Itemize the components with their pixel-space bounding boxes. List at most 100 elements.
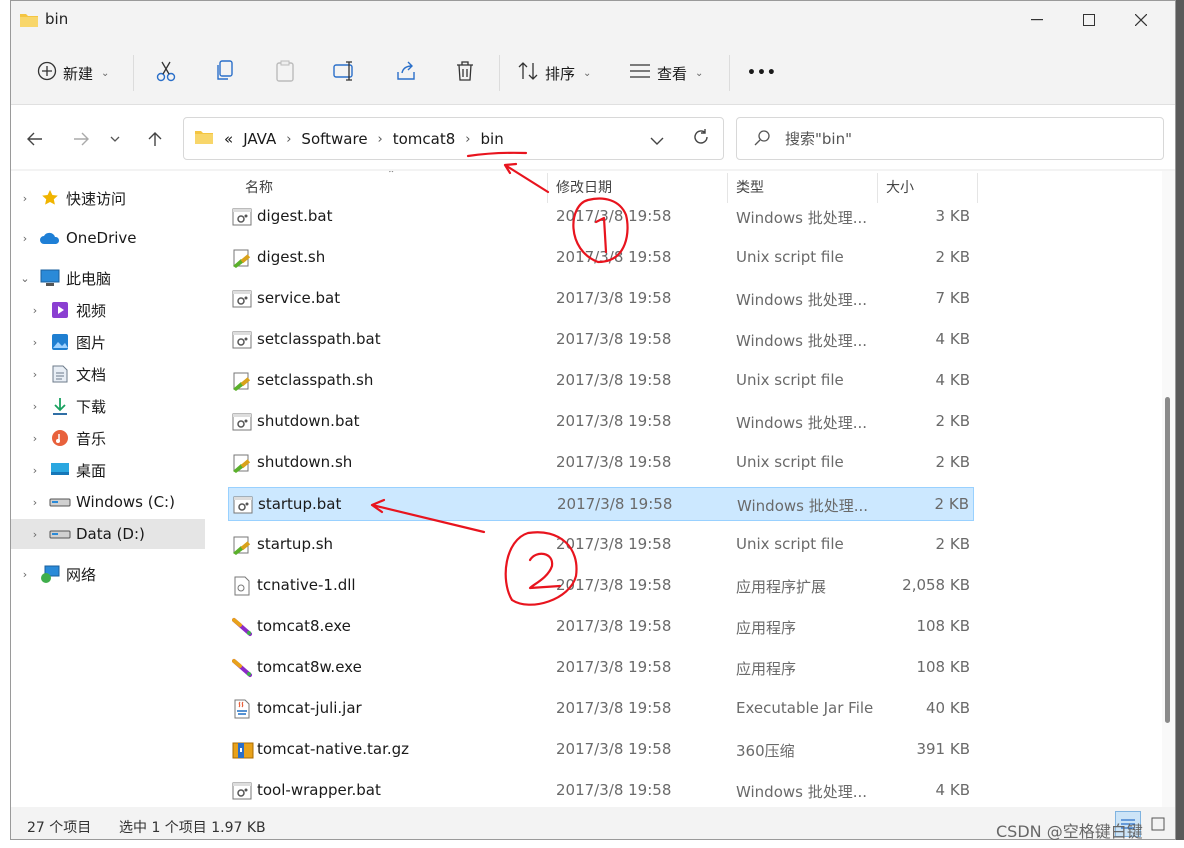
chevron-right-icon[interactable]: › bbox=[19, 192, 31, 205]
chevron-right-icon[interactable]: › bbox=[378, 132, 383, 147]
file-row[interactable]: startup.bat 2017/3/8 19:58 Windows 批处理... 2… bbox=[228, 487, 974, 521]
chevron-right-icon[interactable]: › bbox=[29, 304, 41, 317]
rename-icon bbox=[333, 60, 357, 86]
file-row[interactable]: service.bat 2017/3/8 19:58 Windows 批处理... 7… bbox=[228, 282, 974, 316]
file-row[interactable]: shutdown.sh 2017/3/8 19:58 Unix script fil… bbox=[228, 446, 974, 480]
breadcrumb-overflow[interactable]: « bbox=[224, 130, 233, 148]
cut-button[interactable] bbox=[155, 51, 177, 95]
sidebar-item[interactable]: › Data (D:) bbox=[11, 519, 205, 549]
vertical-scrollbar[interactable] bbox=[1162, 171, 1175, 807]
file-row[interactable]: tcnative-1.dll 2017/3/8 19:58 应用程序扩展 2,058 … bbox=[228, 569, 974, 603]
maximize-button[interactable] bbox=[1063, 1, 1115, 39]
dll-file-icon bbox=[232, 576, 252, 600]
chevron-right-icon[interactable]: › bbox=[29, 400, 41, 413]
sidebar-item[interactable]: › OneDrive bbox=[11, 223, 205, 253]
sidebar-item[interactable]: › Windows (C:) bbox=[11, 487, 205, 517]
breadcrumb-item[interactable]: JAVA bbox=[243, 130, 276, 148]
view-button[interactable]: 查看 ⌄ bbox=[629, 51, 703, 95]
file-row[interactable]: setclasspath.sh 2017/3/8 19:58 Unix script… bbox=[228, 364, 974, 398]
up-button[interactable] bbox=[141, 125, 169, 153]
chevron-right-icon[interactable]: › bbox=[286, 132, 291, 147]
close-button[interactable] bbox=[1115, 1, 1167, 39]
address-history-dropdown[interactable] bbox=[650, 131, 664, 149]
file-row[interactable]: digest.sh 2017/3/8 19:58 Unix script file 2… bbox=[228, 241, 974, 275]
copy-icon bbox=[215, 60, 235, 86]
chevron-right-icon[interactable]: › bbox=[29, 368, 41, 381]
file-size: 2 KB bbox=[935, 453, 970, 471]
chevron-right-icon[interactable]: › bbox=[465, 132, 470, 147]
star-icon bbox=[39, 188, 61, 208]
refresh-icon[interactable] bbox=[692, 128, 710, 151]
sidebar-item[interactable]: › 下载 bbox=[11, 391, 205, 421]
forward-button[interactable] bbox=[67, 125, 95, 153]
chevron-right-icon[interactable]: › bbox=[19, 568, 31, 581]
column-header-date[interactable]: 修改日期 bbox=[556, 171, 612, 203]
file-size: 4 KB bbox=[935, 330, 970, 348]
rename-button[interactable] bbox=[333, 51, 357, 95]
back-button[interactable] bbox=[21, 125, 49, 153]
paste-button[interactable] bbox=[275, 51, 295, 95]
recent-locations-button[interactable] bbox=[105, 125, 125, 153]
chevron-right-icon[interactable]: › bbox=[29, 336, 41, 349]
search-input[interactable] bbox=[785, 128, 1145, 150]
sidebar-item[interactable]: › 快速访问 bbox=[11, 183, 205, 213]
chevron-right-icon[interactable]: › bbox=[29, 528, 41, 541]
file-row[interactable]: tomcat-juli.jar 2017/3/8 19:58 Executable … bbox=[228, 692, 974, 726]
chevron-right-icon[interactable]: › bbox=[29, 496, 41, 509]
sort-button[interactable]: 排序 ⌄ bbox=[517, 51, 591, 95]
file-row[interactable]: setclasspath.bat 2017/3/8 19:58 Windows 批处… bbox=[228, 323, 974, 357]
file-type: Executable Jar File bbox=[736, 699, 874, 717]
file-row[interactable]: shutdown.bat 2017/3/8 19:58 Windows 批处理...… bbox=[228, 405, 974, 439]
file-row[interactable]: tomcat8.exe 2017/3/8 19:58 应用程序 108 KB bbox=[228, 610, 974, 644]
file-type: 360压缩 bbox=[736, 742, 795, 760]
column-divider[interactable] bbox=[727, 173, 728, 203]
scrollbar-thumb[interactable] bbox=[1165, 397, 1170, 723]
file-row[interactable]: tomcat-native.tar.gz 2017/3/8 19:58 360压缩 3… bbox=[228, 733, 974, 767]
sidebar-item[interactable]: › 文档 bbox=[11, 359, 205, 389]
sidebar-item[interactable]: › 图片 bbox=[11, 327, 205, 357]
sidebar-item-label: 音乐 bbox=[76, 429, 107, 448]
minimize-button[interactable] bbox=[1011, 1, 1063, 39]
paste-icon bbox=[275, 60, 295, 86]
tiles-view-button[interactable] bbox=[1145, 811, 1171, 837]
file-name: digest.sh bbox=[257, 248, 326, 266]
new-button[interactable]: 新建 ⌄ bbox=[37, 51, 109, 95]
column-header-name[interactable]: 名称 bbox=[245, 171, 273, 203]
sidebar-item[interactable]: ⌄ 此电脑 bbox=[11, 263, 205, 293]
chevron-down-icon[interactable]: ⌄ bbox=[19, 272, 31, 285]
chevron-right-icon[interactable]: › bbox=[29, 432, 41, 445]
sidebar-item[interactable]: › 视频 bbox=[11, 295, 205, 325]
file-row[interactable]: digest.bat 2017/3/8 19:58 Windows 批处理... 3 … bbox=[228, 200, 974, 234]
bat-file-icon bbox=[232, 207, 252, 231]
chevron-right-icon[interactable]: › bbox=[29, 464, 41, 477]
sidebar-item[interactable]: › 网络 bbox=[11, 559, 205, 589]
breadcrumb-item[interactable]: tomcat8 bbox=[393, 130, 456, 148]
column-header-size[interactable]: 大小 bbox=[886, 171, 914, 203]
share-button[interactable] bbox=[395, 51, 417, 95]
picture-icon bbox=[49, 332, 71, 352]
computer-icon bbox=[39, 268, 61, 288]
column-divider[interactable] bbox=[977, 173, 978, 203]
selection-info: 选中 1 个项目 1.97 KB bbox=[119, 820, 266, 836]
share-icon bbox=[395, 60, 417, 86]
more-options-button[interactable]: ••• bbox=[747, 51, 777, 95]
chevron-right-icon[interactable]: › bbox=[19, 232, 31, 245]
exe-file-icon bbox=[232, 617, 254, 641]
column-divider[interactable] bbox=[547, 173, 548, 203]
file-date: 2017/3/8 19:58 bbox=[556, 371, 672, 389]
search-box[interactable] bbox=[736, 117, 1164, 160]
sidebar-item[interactable]: › 桌面 bbox=[11, 455, 205, 485]
file-date: 2017/3/8 19:58 bbox=[556, 658, 672, 676]
column-header-type[interactable]: 类型 bbox=[736, 171, 764, 203]
address-bar[interactable]: « JAVA › Software › tomcat8 › bin bbox=[183, 117, 724, 160]
column-divider[interactable] bbox=[877, 173, 878, 203]
sidebar-item[interactable]: › 音乐 bbox=[11, 423, 205, 453]
breadcrumb-item-current[interactable]: bin bbox=[481, 130, 504, 148]
file-row[interactable]: tomcat8w.exe 2017/3/8 19:58 应用程序 108 KB bbox=[228, 651, 974, 685]
delete-button[interactable] bbox=[455, 51, 475, 95]
file-row[interactable]: startup.sh 2017/3/8 19:58 Unix script file… bbox=[228, 528, 974, 562]
breadcrumb-item[interactable]: Software bbox=[301, 130, 367, 148]
copy-button[interactable] bbox=[215, 51, 235, 95]
file-row[interactable]: tool-wrapper.bat 2017/3/8 19:58 Windows 批处… bbox=[228, 774, 974, 807]
zip-file-icon bbox=[232, 740, 254, 764]
